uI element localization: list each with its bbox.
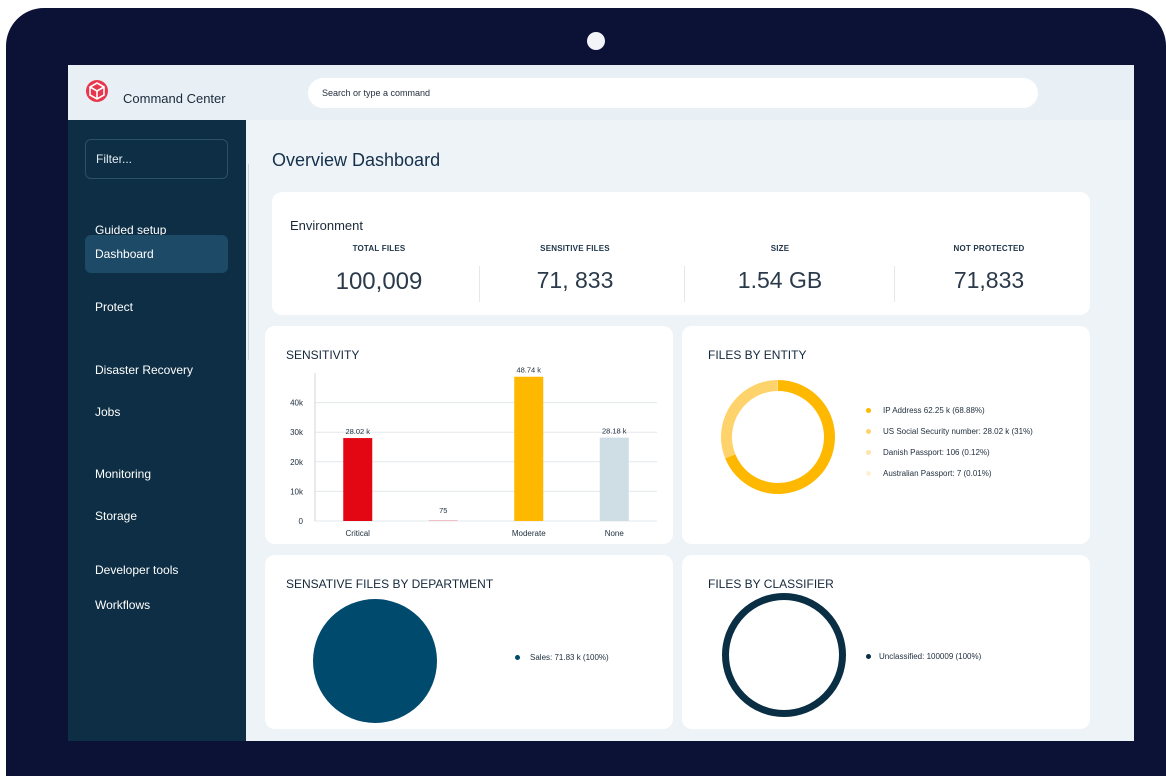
- y-tick-label: 20k: [290, 458, 304, 467]
- kpi-label: TOTAL FILES: [352, 244, 406, 253]
- legend-item: US Social Security number: 28.02 k (31%): [866, 427, 1033, 436]
- sensitivity-card: SENSITIVITY 0 10k 20k 30k 40k 28.02 k Critical…: [265, 326, 673, 544]
- sidebar-divider: [248, 164, 249, 360]
- sidebar-filter-input[interactable]: Filter...: [85, 139, 228, 179]
- legend-item: Danish Passport: 106 (0.12%): [866, 448, 990, 457]
- kpi-label: SENSITIVE FILES: [540, 244, 610, 253]
- app-screen: Command Center Search or type a command …: [68, 65, 1134, 741]
- legend-dot-icon: [866, 471, 871, 476]
- search-input[interactable]: Search or type a command: [308, 78, 1038, 108]
- classifier-donut: [722, 593, 846, 717]
- department-card: SENSATIVE FILES BY DEPARTMENT Sales: 71.…: [265, 555, 673, 729]
- legend-label: Sales: 71.83 k (100%): [530, 653, 609, 662]
- camera-dot: [587, 32, 605, 50]
- y-tick-label: 0: [299, 517, 304, 526]
- bar[interactable]: [514, 376, 544, 521]
- kpi-size: SIZE 1.54 GB: [690, 244, 870, 294]
- files-by-entity-title: FILES BY ENTITY: [708, 348, 807, 362]
- classifier-card: FILES BY CLASSIFIER Unclassified: 100009…: [682, 555, 1090, 729]
- page-title: Overview Dashboard: [272, 150, 441, 170]
- department-title: SENSATIVE FILES BY DEPARTMENT: [286, 577, 494, 591]
- environment-card: Environment TOTAL FILES 100,009 SENSITIV…: [272, 192, 1090, 315]
- bar-data-label: 28.18 k: [602, 427, 627, 436]
- bar-data-label: 28.02 k: [345, 427, 370, 436]
- sidebar-item-label: Protect: [95, 300, 134, 314]
- environment-title: Environment: [290, 218, 363, 233]
- kpi-divider: [894, 266, 895, 302]
- kpi-value: 100,009: [335, 268, 423, 295]
- filter-placeholder: Filter...: [96, 152, 133, 166]
- kpi-total-files: TOTAL FILES 100,009: [289, 244, 469, 296]
- sidebar-item-monitoring[interactable]: Monitoring: [85, 455, 228, 493]
- sidebar-item-label: Disaster Recovery: [95, 363, 194, 377]
- category-label: Moderate: [512, 529, 546, 538]
- legend-dot-icon: [515, 655, 520, 660]
- sidebar-item-label: Monitoring: [95, 467, 152, 481]
- legend-item: IP Address 62.25 k (68.88%): [866, 406, 985, 415]
- kpi-value: 1.54 GB: [737, 267, 823, 293]
- legend-item: Sales: 71.83 k (100%): [515, 653, 609, 662]
- legend-dot-icon: [866, 654, 871, 659]
- sidebar: Filter... Guided setup Dashboard Protect…: [68, 120, 246, 741]
- legend-dot-icon: [866, 450, 871, 455]
- sidebar-item-label: Jobs: [95, 405, 121, 419]
- sidebar-item-disaster-recovery[interactable]: Disaster Recovery: [85, 351, 228, 389]
- kpi-divider: [479, 266, 480, 302]
- legend-label: Danish Passport: 106 (0.12%): [883, 448, 990, 457]
- bar[interactable]: [343, 438, 373, 521]
- y-tick-label: 40k: [290, 399, 304, 408]
- department-pie-chart: [313, 599, 437, 723]
- slice-us-social-security-number[interactable]: [721, 380, 778, 459]
- legend-label: Unclassified: 100009 (100%): [879, 652, 982, 661]
- legend-item: Unclassified: 100009 (100%): [866, 652, 981, 661]
- y-tick-label: 30k: [290, 428, 304, 437]
- sidebar-item-workflows[interactable]: Workflows: [85, 586, 228, 624]
- sidebar-item-dashboard[interactable]: Dashboard: [85, 235, 228, 273]
- sidebar-item-label: Dashboard: [95, 247, 154, 261]
- category-label: Critical: [346, 529, 371, 538]
- kpi-value: 71, 833: [536, 267, 614, 293]
- cube-logo-icon: [86, 80, 108, 102]
- bar[interactable]: [599, 437, 629, 521]
- sidebar-item-label: Workflows: [95, 598, 151, 612]
- sidebar-item-jobs[interactable]: Jobs: [85, 393, 228, 431]
- sidebar-item-storage[interactable]: Storage: [85, 497, 228, 535]
- kpi-sensitive-files: SENSITIVE FILES 71, 833: [485, 244, 665, 294]
- slice-sales[interactable]: [313, 599, 437, 723]
- kpi-divider: [684, 266, 685, 302]
- kpi-value: 71,833: [953, 267, 1025, 293]
- kpi-not-protected: NOT PROTECTED 71,833: [899, 244, 1079, 294]
- bar-data-label: 75: [439, 506, 447, 515]
- sidebar-item-protect[interactable]: Protect: [85, 288, 228, 326]
- legend-label: Australian Passport: 7 (0.01%): [883, 469, 992, 478]
- sidebar-item-label: Developer tools: [95, 563, 179, 577]
- bar-data-label: 48.74 k: [516, 366, 541, 375]
- category-label: None: [605, 529, 625, 538]
- tablet-frame: Command Center Search or type a command …: [6, 8, 1166, 776]
- y-tick-label: 10k: [290, 487, 304, 496]
- legend-label: US Social Security number: 28.02 k (31%): [883, 427, 1033, 436]
- sensitivity-bar-chart: 0 10k 20k 30k 40k 28.02 k Critical 75 48.74 k Mod…: [290, 366, 657, 538]
- legend-dot-icon: [866, 429, 871, 434]
- files-by-entity-card: FILES BY ENTITY IP Address 62.25 k (68.8…: [682, 326, 1090, 544]
- sidebar-item-label: Storage: [95, 509, 138, 523]
- files-by-entity-donut: [721, 380, 835, 494]
- legend-dot-icon: [866, 408, 871, 413]
- sidebar-item-developer-tools[interactable]: Developer tools: [85, 551, 228, 589]
- kpi-label: NOT PROTECTED: [953, 244, 1025, 253]
- slice-unclassified[interactable]: [722, 593, 846, 717]
- legend-item: Australian Passport: 7 (0.01%): [866, 469, 992, 478]
- kpi-label: SIZE: [770, 244, 790, 253]
- app-title: Command Center: [123, 91, 226, 106]
- top-bar: Command Center Search or type a command: [68, 65, 1134, 120]
- search-placeholder: Search or type a command: [322, 88, 431, 98]
- legend-label: IP Address 62.25 k (68.88%): [883, 406, 985, 415]
